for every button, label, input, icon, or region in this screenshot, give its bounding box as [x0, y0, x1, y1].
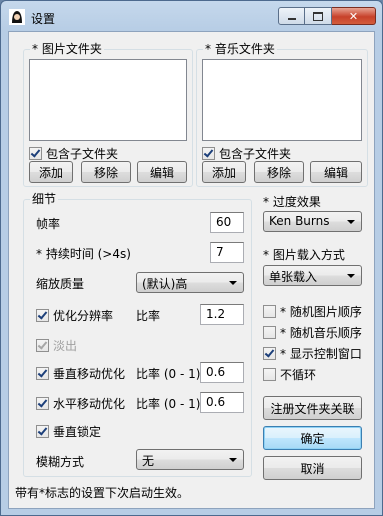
music-remove-button[interactable]: 移除 — [254, 161, 304, 183]
chevron-down-icon — [347, 220, 355, 224]
ratio-input[interactable]: 1.2 — [200, 304, 244, 325]
blur-mode-label: 模糊方式 — [36, 455, 85, 469]
ratio-label: 比率 — [136, 309, 161, 323]
picture-add-button[interactable]: 添加 — [29, 161, 73, 183]
minimize-icon — [287, 18, 296, 20]
checkbox-icon — [36, 367, 49, 380]
checkbox-label: 包含子文件夹 — [219, 147, 292, 161]
window-title: 设置 — [31, 12, 56, 26]
chevron-down-icon — [229, 458, 237, 462]
checkbox-icon — [29, 147, 42, 160]
random-pictures-checkbox[interactable]: * 随机图片顺序 — [263, 303, 362, 320]
checkbox-icon — [36, 309, 49, 322]
checkbox-icon — [263, 326, 276, 339]
picture-include-subfolders-checkbox[interactable]: 包含子文件夹 — [29, 145, 118, 162]
checkbox-icon — [202, 147, 215, 160]
blur-mode-select[interactable]: 无 — [136, 449, 244, 470]
checkbox-label: 水平移动优化 — [53, 397, 126, 411]
app-avatar-icon — [9, 9, 25, 25]
scale-quality-label: 缩放质量 — [36, 277, 85, 291]
duration-input[interactable]: 7 — [210, 242, 244, 263]
close-icon: ✕ — [348, 9, 359, 23]
transition-label: * 过度效果 — [263, 195, 321, 209]
maximize-icon — [313, 11, 323, 21]
duration-label: * 持续时间 (>4s) — [36, 247, 131, 261]
frame-rate-input[interactable]: 60 — [210, 212, 244, 233]
load-mode-label: * 图片载入方式 — [263, 248, 345, 262]
music-include-subfolders-checkbox[interactable]: 包含子文件夹 — [202, 145, 291, 162]
no-loop-checkbox[interactable]: 不循环 — [263, 366, 316, 383]
checkbox-label: * 显示控制窗口 — [280, 347, 362, 361]
load-mode-select[interactable]: 单张载入 — [263, 265, 362, 286]
picture-folders-group: * 图片文件夹 包含子文件夹 添加 移除 编辑 — [23, 42, 193, 187]
checkbox-label: 不循环 — [280, 368, 317, 382]
restart-note: 带有*标志的设置下次启动生效。 — [15, 486, 190, 500]
chevron-down-icon — [229, 281, 237, 285]
scale-quality-select[interactable]: (默认)高 — [136, 272, 244, 293]
select-value: 单张载入 — [269, 270, 318, 284]
checkbox-icon — [36, 339, 49, 352]
title-bar[interactable]: 设置 ✕ — [1, 1, 382, 31]
horizontal-move-checkbox[interactable]: 水平移动优化 — [36, 395, 125, 412]
picture-edit-button[interactable]: 编辑 — [137, 161, 187, 183]
frame-rate-label: 帧率 — [36, 217, 61, 231]
checkbox-label: 垂直移动优化 — [53, 367, 126, 381]
checkbox-label: * 随机音乐顺序 — [280, 326, 362, 340]
vertical-ratio-label: 比率 (0 - 1) — [136, 367, 201, 381]
cancel-button[interactable]: 取消 — [263, 456, 362, 480]
checkbox-label: 包含子文件夹 — [46, 147, 119, 161]
close-button[interactable]: ✕ — [332, 7, 376, 25]
picture-folders-legend: * 图片文件夹 — [30, 42, 104, 56]
select-value: (默认)高 — [142, 277, 188, 291]
checkbox-icon — [263, 347, 276, 360]
details-legend: 细节 — [30, 192, 59, 206]
optimize-resolution-checkbox[interactable]: 优化分辨率 — [36, 307, 113, 324]
music-add-button[interactable]: 添加 — [202, 161, 246, 183]
transition-select[interactable]: Ken Burns — [263, 211, 362, 232]
checkbox-icon — [36, 397, 49, 410]
select-value: Ken Burns — [269, 214, 330, 228]
horizontal-ratio-input[interactable]: 0.6 — [200, 392, 244, 413]
picture-folders-list[interactable] — [29, 59, 187, 141]
music-folders-list[interactable] — [202, 59, 362, 141]
music-folders-legend: * 音乐文件夹 — [203, 42, 277, 56]
register-folder-association-button[interactable]: 注册文件夹关联 — [263, 396, 362, 420]
dialog-body: * 图片文件夹 包含子文件夹 添加 移除 编辑 * 音乐文件夹 包含子文件夹 添… — [8, 31, 375, 509]
show-control-window-checkbox[interactable]: * 显示控制窗口 — [263, 345, 362, 362]
settings-window: 设置 ✕ * 图片文件夹 包含子文件夹 添加 移除 编辑 * 音乐文件夹 包含子… — [0, 0, 383, 516]
ok-button[interactable]: 确定 — [263, 426, 362, 450]
vertical-lock-checkbox[interactable]: 垂直锁定 — [36, 423, 101, 440]
random-music-checkbox[interactable]: * 随机音乐顺序 — [263, 324, 362, 341]
checkbox-icon — [36, 425, 49, 438]
checkbox-label: 优化分辨率 — [53, 309, 114, 323]
vertical-move-checkbox[interactable]: 垂直移动优化 — [36, 365, 125, 382]
maximize-button[interactable] — [305, 7, 332, 25]
vertical-ratio-input[interactable]: 0.6 — [200, 362, 244, 383]
chevron-down-icon — [347, 274, 355, 278]
picture-remove-button[interactable]: 移除 — [81, 161, 131, 183]
checkbox-label: 淡出 — [53, 339, 78, 353]
select-value: 无 — [142, 454, 155, 468]
checkbox-icon — [263, 368, 276, 381]
music-edit-button[interactable]: 编辑 — [310, 161, 362, 183]
minimize-button[interactable] — [278, 7, 305, 25]
fade-out-checkbox[interactable]: 淡出 — [36, 337, 77, 354]
checkbox-label: * 随机图片顺序 — [280, 305, 362, 319]
checkbox-label: 垂直锁定 — [53, 425, 102, 439]
horizontal-ratio-label: 比率 (0 - 1) — [136, 397, 201, 411]
details-group: 细节 帧率 60 * 持续时间 (>4s) 7 缩放质量 (默认)高 优化分辨率… — [23, 192, 252, 477]
music-folders-group: * 音乐文件夹 包含子文件夹 添加 移除 编辑 — [196, 42, 368, 187]
checkbox-icon — [263, 305, 276, 318]
